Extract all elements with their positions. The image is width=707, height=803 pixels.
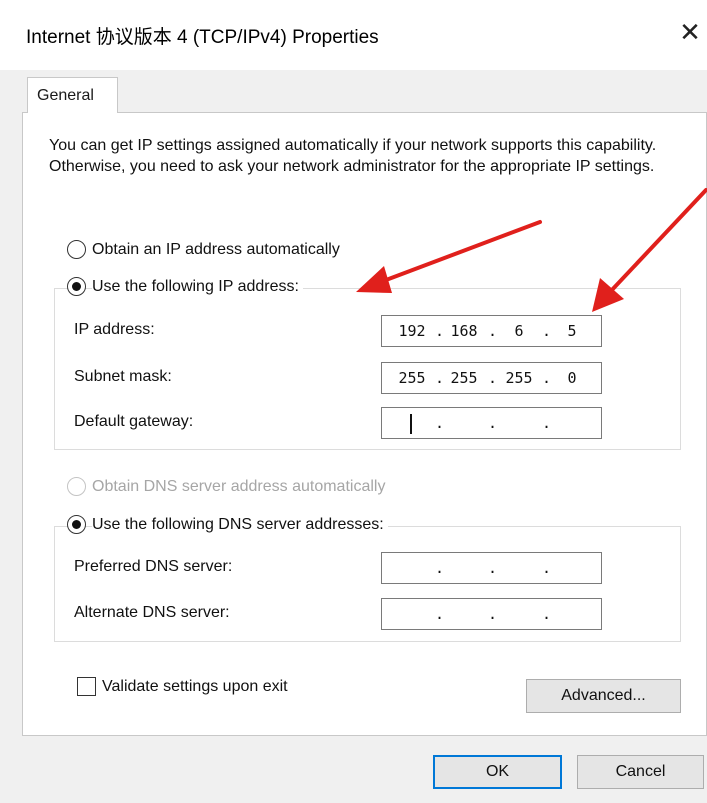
octet-separator: . xyxy=(488,605,498,623)
advanced-button[interactable]: Advanced... xyxy=(526,679,681,713)
subnet-mask-label: Subnet mask: xyxy=(74,368,172,385)
default-gateway-input[interactable]: . . . xyxy=(381,407,602,439)
octet-separator: . xyxy=(435,605,445,623)
ip-address-row: IP address: 192 . 168 . 6 . 5 xyxy=(74,315,604,347)
subnet-mask-input[interactable]: 255 . 255 . 255 . 0 xyxy=(381,362,602,394)
text-caret xyxy=(410,414,412,434)
tab-general[interactable]: General xyxy=(27,77,118,113)
use-following-ip-radio[interactable]: Use the following IP address: xyxy=(67,277,303,296)
radio-checked-icon xyxy=(67,515,86,534)
octet-2: 255 xyxy=(450,369,478,387)
octet-separator: . xyxy=(488,414,498,432)
default-gateway-label: Default gateway: xyxy=(74,413,194,430)
octet-2: 168 xyxy=(450,322,478,340)
octet-separator: . xyxy=(488,322,498,340)
octet-separator: . xyxy=(488,369,498,387)
preferred-dns-input[interactable]: . . . xyxy=(381,552,602,584)
radio-checked-icon xyxy=(67,277,86,296)
checkbox-icon xyxy=(77,677,96,696)
use-following-dns-label: Use the following DNS server addresses: xyxy=(92,515,388,534)
octet-3: 6 xyxy=(514,322,524,340)
ip-address-input[interactable]: 192 . 168 . 6 . 5 xyxy=(381,315,602,347)
validate-settings-checkbox[interactable]: Validate settings upon exit xyxy=(77,677,288,696)
octet-4: 5 xyxy=(567,322,577,340)
close-icon[interactable]: ✕ xyxy=(678,18,702,46)
validate-settings-label: Validate settings upon exit xyxy=(102,677,288,695)
intro-text: You can get IP settings assigned automat… xyxy=(49,137,657,175)
tab-general-label: General xyxy=(37,87,94,104)
alternate-dns-row: Alternate DNS server: . . . xyxy=(74,598,604,630)
alternate-dns-label: Alternate DNS server: xyxy=(74,604,230,621)
radio-disabled-icon xyxy=(67,477,86,496)
default-gateway-row: Default gateway: . . . xyxy=(74,407,604,439)
obtain-ip-auto-radio[interactable]: Obtain an IP address automatically xyxy=(67,240,344,259)
octet-separator: . xyxy=(542,322,552,340)
octet-separator: . xyxy=(542,559,552,577)
ip-address-label: IP address: xyxy=(74,321,155,338)
obtain-dns-auto-label: Obtain DNS server address automatically xyxy=(92,477,390,496)
ok-button[interactable]: OK xyxy=(433,755,562,789)
cancel-button[interactable]: Cancel xyxy=(577,755,704,789)
dialog-body: General You can get IP settings assigned… xyxy=(0,70,707,803)
alternate-dns-input[interactable]: . . . xyxy=(381,598,602,630)
octet-separator: . xyxy=(488,559,498,577)
use-following-dns-radio[interactable]: Use the following DNS server addresses: xyxy=(67,515,388,534)
dialog-title: Internet 协议版本 4 (TCP/IPv4) Properties xyxy=(26,27,379,48)
preferred-dns-row: Preferred DNS server: . . . xyxy=(74,552,604,584)
octet-separator: . xyxy=(542,605,552,623)
octet-separator: . xyxy=(542,369,552,387)
octet-4: 0 xyxy=(567,369,577,387)
radio-icon xyxy=(67,240,86,259)
octet-separator: . xyxy=(542,414,552,432)
subnet-mask-row: Subnet mask: 255 . 255 . 255 . 0 xyxy=(74,362,604,394)
octet-1: 255 xyxy=(398,369,426,387)
octet-separator: . xyxy=(435,322,445,340)
octet-separator: . xyxy=(435,414,445,432)
tcpip-properties-dialog: Internet 协议版本 4 (TCP/IPv4) Properties ✕ … xyxy=(0,0,707,803)
general-panel: You can get IP settings assigned automat… xyxy=(22,112,707,736)
octet-3: 255 xyxy=(505,369,533,387)
obtain-ip-auto-label: Obtain an IP address automatically xyxy=(92,240,344,259)
use-following-ip-label: Use the following IP address: xyxy=(92,277,303,296)
title-bar: Internet 协议版本 4 (TCP/IPv4) Properties ✕ xyxy=(0,0,707,70)
obtain-dns-auto-radio[interactable]: Obtain DNS server address automatically xyxy=(67,477,390,496)
octet-separator: . xyxy=(435,559,445,577)
preferred-dns-label: Preferred DNS server: xyxy=(74,558,233,575)
octet-1: 192 xyxy=(398,322,426,340)
octet-separator: . xyxy=(435,369,445,387)
